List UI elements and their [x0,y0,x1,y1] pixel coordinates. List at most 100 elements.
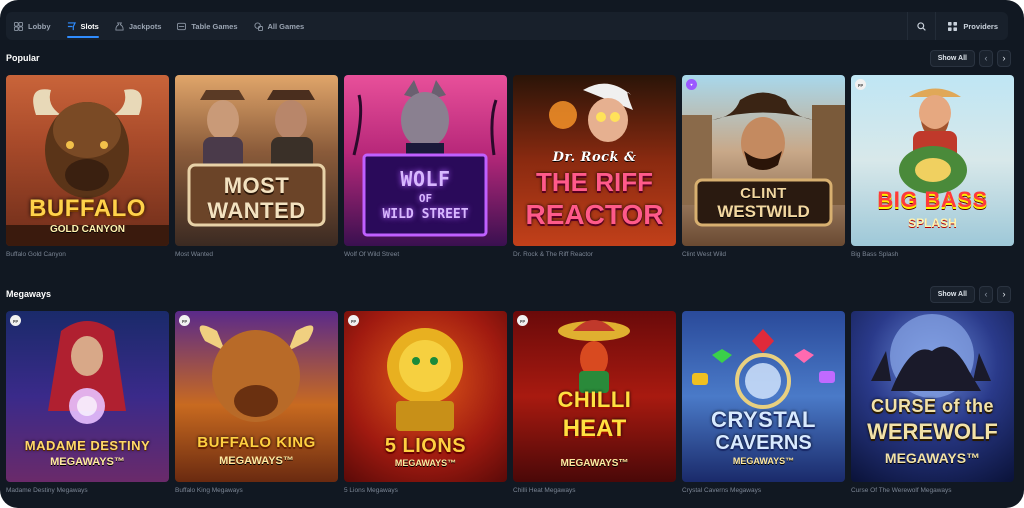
megaways-section-header: Megaways Show All ‹ › [6,285,1011,303]
game-caption[interactable]: Madame Destiny Megaways [6,487,169,494]
game-card[interactable]: BUFFALO KING MEGAWAYS™ pp Buffalo King M… [175,311,338,494]
all-games-icon [253,21,263,31]
game-card[interactable]: WOLF OF WILD STREET Wolf Of Wild Street [344,75,507,258]
game-art: MADAME DESTINY MEGAWAYS™ pp [6,311,169,482]
game-caption[interactable]: Most Wanted [175,251,338,258]
tab-lobby-label: Lobby [28,21,51,31]
game-card[interactable]: CURSE of the WEREWOLF MEGAWAYS™ Curse Of… [851,311,1014,494]
game-card[interactable]: MOST WANTED Most Wanted [175,75,338,258]
art-subtitle: WEREWOLF [867,419,998,444]
art-title: MADAME DESTINY [24,438,151,453]
game-art: BUFFALO GOLD CANYON [6,75,169,246]
prev-arrow-button[interactable]: ‹ [979,285,993,303]
casino-window: Lobby Slots Jackpots Table Games All Gam… [0,0,1024,508]
art-title: WOLF [400,167,451,191]
lobby-icon [14,21,23,31]
game-thumbnail[interactable]: 5 LIONS MEGAWAYS™ pp [344,311,507,482]
tab-table-games[interactable]: Table Games [169,12,245,40]
game-thumbnail[interactable]: CHILLI HEAT MEGAWAYS™ pp [513,311,676,482]
tab-slots[interactable]: Slots [59,12,107,40]
chevron-left-icon: ‹ [984,289,988,299]
game-caption[interactable]: Wolf Of Wild Street [344,251,507,258]
prev-arrow-button[interactable]: ‹ [979,49,993,67]
game-thumbnail[interactable]: BUFFALO GOLD CANYON [6,75,169,246]
show-all-button[interactable]: Show All [929,49,975,67]
tab-slots-label: Slots [80,21,99,31]
slots-icon [67,21,76,30]
next-arrow-button[interactable]: › [997,49,1011,67]
provider-badge-icon: pp [517,315,528,326]
show-all-button[interactable]: Show All [929,285,975,303]
tab-table-games-label: Table Games [191,21,238,31]
art-subtitle: SPLASH [908,216,957,230]
art-subtitle: WESTWILD [717,202,810,221]
art-subtitle: CAVERNS [715,432,812,454]
game-card[interactable]: CRYSTAL CAVERNS MEGAWAYS™ Crystal Cavern… [682,311,845,494]
game-caption[interactable]: Curse Of The Werewolf Megaways [851,487,1014,494]
art-title: CURSE of the [871,396,994,416]
game-card[interactable]: BUFFALO GOLD CANYON Buffalo Gold Canyon [6,75,169,258]
game-caption[interactable]: 5 Lions Megaways [344,487,507,494]
game-art: CLINT WESTWILD ♥ [682,75,845,246]
game-caption[interactable]: Buffalo Gold Canyon [6,251,169,258]
art-subtitle: GOLD CANYON [50,224,125,235]
art-subtitle: WANTED [207,198,306,223]
chevron-right-icon: › [1002,53,1006,63]
provider-badge-icon: pp [855,79,866,90]
popular-controls: Show All ‹ › [929,49,1011,67]
art-title: Dr. Rock & [552,150,637,165]
game-card[interactable]: Dr. Rock & THE RIFF REACTOR Dr. Rock & T… [513,75,676,258]
popular-section-header: Popular Show All ‹ › [6,49,1011,67]
game-art: MOST WANTED [175,75,338,246]
search-button[interactable] [907,12,935,40]
game-thumbnail[interactable]: Dr. Rock & THE RIFF REACTOR [513,75,676,246]
game-art: BIG BASS SPLASH pp [851,75,1014,246]
game-thumbnail[interactable]: MADAME DESTINY MEGAWAYS™ pp [6,311,169,482]
game-art: CURSE of the WEREWOLF MEGAWAYS™ [851,311,1014,482]
art-title: CLINT [740,185,787,202]
game-art: 5 LIONS MEGAWAYS™ pp [344,311,507,482]
game-thumbnail[interactable]: CLINT WESTWILD ♥ [682,75,845,246]
game-caption[interactable]: Crystal Caverns Megaways [682,487,845,494]
game-thumbnail[interactable]: CRYSTAL CAVERNS MEGAWAYS™ [682,311,845,482]
art-subtitle-2: MEGAWAYS™ [732,456,795,466]
game-art: CRYSTAL CAVERNS MEGAWAYS™ [682,311,845,482]
art-subtitle-2: MEGAWAYS™ [884,450,981,466]
art-title: BUFFALO KING [197,434,316,451]
game-card[interactable]: CLINT WESTWILD ♥ Clint West Wild [682,75,845,258]
section-title-megaways: Megaways [6,289,52,299]
art-subtitle: OF [418,192,433,205]
game-thumbnail[interactable]: WOLF OF WILD STREET [344,75,507,246]
game-caption[interactable]: Big Bass Splash [851,251,1014,258]
art-subtitle-2: REACTOR [525,199,664,230]
providers-label: Providers [963,21,998,31]
game-thumbnail[interactable]: MOST WANTED [175,75,338,246]
game-card[interactable]: MADAME DESTINY MEGAWAYS™ pp Madame Desti… [6,311,169,494]
game-thumbnail[interactable]: BUFFALO KING MEGAWAYS™ pp [175,311,338,482]
art-subtitle-2: MEGAWAYS™ [560,458,629,469]
game-card[interactable]: CHILLI HEAT MEGAWAYS™ pp Chilli Heat Meg… [513,311,676,494]
game-caption[interactable]: Buffalo King Megaways [175,487,338,494]
game-card[interactable]: 5 LIONS MEGAWAYS™ pp 5 Lions Megaways [344,311,507,494]
tab-all-games[interactable]: All Games [246,12,313,40]
art-title: MOST [223,173,290,198]
game-caption[interactable]: Clint West Wild [682,251,845,258]
game-caption[interactable]: Dr. Rock & The Riff Reactor [513,251,676,258]
game-card[interactable]: BIG BASS SPLASH pp Big Bass Splash [851,75,1014,258]
chevron-right-icon: › [1002,289,1006,299]
game-caption[interactable]: Chilli Heat Megaways [513,487,676,494]
game-thumbnail[interactable]: BIG BASS SPLASH pp [851,75,1014,246]
art-subtitle-2: WILD STREET [382,207,469,222]
chevron-left-icon: ‹ [984,53,988,63]
popular-games-row: BUFFALO GOLD CANYON Buffalo Gold Canyon [6,75,1014,258]
next-arrow-button[interactable]: › [997,285,1011,303]
game-thumbnail[interactable]: CURSE of the WEREWOLF MEGAWAYS™ [851,311,1014,482]
nav-right-controls: Providers [907,12,1008,40]
tab-jackpots[interactable]: Jackpots [107,12,170,40]
game-art: WOLF OF WILD STREET [344,75,507,246]
tab-lobby[interactable]: Lobby [6,12,59,40]
heart-badge-icon: ♥ [686,79,697,90]
game-art: BUFFALO KING MEGAWAYS™ pp [175,311,338,482]
providers-button[interactable]: Providers [935,12,1008,40]
art-subtitle: HEAT [562,415,627,442]
